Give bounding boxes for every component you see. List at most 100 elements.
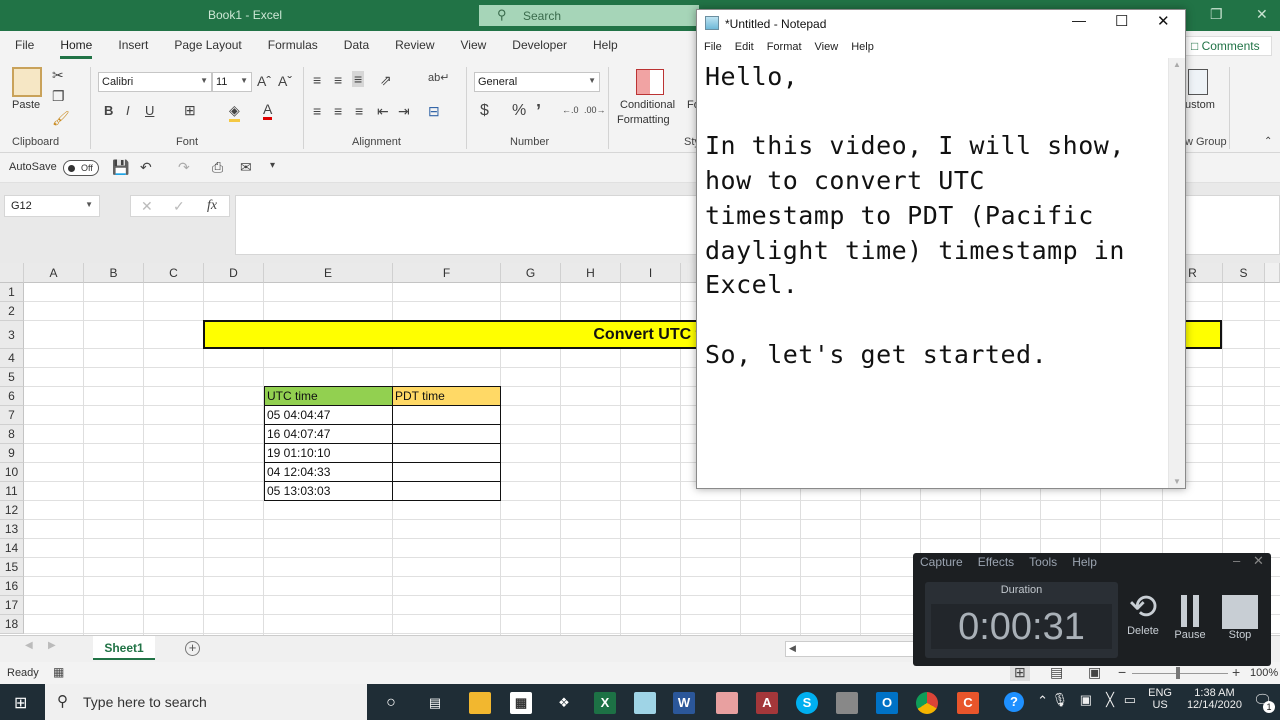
row-header[interactable]: 3 bbox=[0, 321, 24, 349]
horizontal-scrollbar[interactable]: ◀ bbox=[785, 641, 915, 657]
autosave-toggle[interactable]: Off bbox=[63, 160, 99, 176]
row-header[interactable]: 4 bbox=[0, 349, 24, 368]
tab-developer[interactable]: Developer bbox=[512, 38, 567, 55]
pdt-time-cell[interactable] bbox=[392, 405, 501, 425]
align-left-icon[interactable]: ≡ bbox=[313, 103, 321, 119]
pdt-time-cell[interactable] bbox=[392, 424, 501, 444]
borders-icon[interactable]: ⊞ bbox=[184, 102, 196, 119]
row-header[interactable]: 8 bbox=[0, 425, 24, 444]
col-header-b[interactable]: B bbox=[84, 263, 144, 283]
align-middle-icon[interactable]: ≡ bbox=[334, 72, 342, 88]
excel-taskbar-icon[interactable]: X bbox=[594, 692, 616, 714]
currency-button[interactable]: $ bbox=[480, 102, 489, 120]
row-header[interactable]: 16 bbox=[0, 577, 24, 596]
row-header[interactable]: 18 bbox=[0, 615, 24, 634]
pdt-time-cell[interactable] bbox=[392, 443, 501, 463]
row-header[interactable]: 11 bbox=[0, 482, 24, 501]
menu-tools[interactable]: Tools bbox=[1029, 555, 1057, 569]
minimize-icon[interactable]: — bbox=[1072, 12, 1086, 28]
zoom-slider[interactable] bbox=[1132, 673, 1228, 674]
pdt-time-cell[interactable] bbox=[392, 462, 501, 482]
collapse-ribbon-icon[interactable]: ⌃ bbox=[1264, 136, 1272, 147]
tab-insert[interactable]: Insert bbox=[118, 38, 148, 55]
col-header-i[interactable]: I bbox=[621, 263, 681, 283]
bold-button[interactable]: B bbox=[104, 103, 113, 118]
italic-button[interactable]: I bbox=[126, 103, 130, 118]
power-icon[interactable]: ▭ bbox=[1124, 692, 1136, 708]
menu-help[interactable]: Help bbox=[851, 41, 874, 58]
tab-data[interactable]: Data bbox=[344, 38, 369, 55]
notepad-text-area[interactable]: Hello, In this video, I will show, how t… bbox=[705, 60, 1165, 480]
taskbar-search[interactable]: ⚲ Type here to search bbox=[45, 684, 367, 720]
comments-button[interactable]: □ Comments bbox=[1184, 36, 1272, 56]
add-sheet-button[interactable]: + bbox=[185, 641, 200, 656]
redo-icon[interactable]: ↷ bbox=[178, 159, 190, 176]
minimize-icon[interactable]: – bbox=[1233, 553, 1240, 568]
tab-review[interactable]: Review bbox=[395, 38, 434, 55]
search-box[interactable]: ⚲ Search bbox=[479, 5, 699, 26]
language-indicator[interactable]: ENG US bbox=[1148, 687, 1172, 711]
chrome-icon[interactable] bbox=[916, 692, 938, 714]
row-header[interactable]: 12 bbox=[0, 501, 24, 520]
zoom-in-icon[interactable]: + bbox=[1232, 664, 1240, 680]
row-header[interactable]: 15 bbox=[0, 558, 24, 577]
menu-help[interactable]: Help bbox=[1072, 555, 1097, 569]
delete-button[interactable]: ⟲ Delete bbox=[1123, 589, 1163, 637]
row-header[interactable]: 14 bbox=[0, 539, 24, 558]
zoom-level[interactable]: 100% bbox=[1250, 667, 1278, 679]
skype-icon[interactable]: S bbox=[796, 692, 818, 714]
header-pdt-time[interactable]: PDT time bbox=[392, 386, 501, 406]
percent-button[interactable]: % bbox=[512, 102, 526, 120]
file-explorer-icon[interactable] bbox=[469, 692, 491, 714]
scroll-up-icon[interactable]: ▲ bbox=[1173, 60, 1181, 69]
row-header[interactable]: 17 bbox=[0, 596, 24, 615]
file-manager-icon[interactable] bbox=[836, 692, 858, 714]
cortana-icon[interactable]: ○ bbox=[380, 692, 402, 714]
page-break-view-icon[interactable]: ▣ bbox=[1088, 664, 1101, 681]
comma-style-button[interactable]: ’ bbox=[536, 101, 541, 122]
normal-view-icon[interactable]: ⊞ bbox=[1010, 664, 1030, 681]
save-icon[interactable]: 💾 bbox=[112, 159, 129, 176]
calculator-icon[interactable] bbox=[1188, 69, 1208, 95]
select-all-corner[interactable] bbox=[0, 263, 24, 283]
print-preview-icon[interactable]: ⎙ bbox=[212, 159, 223, 176]
col-header-c[interactable]: C bbox=[144, 263, 204, 283]
align-bottom-icon[interactable]: ≡ bbox=[352, 71, 365, 87]
row-header[interactable]: 5 bbox=[0, 368, 24, 387]
col-header-d[interactable]: D bbox=[204, 263, 264, 283]
accessibility-icon[interactable]: ▦ bbox=[53, 665, 64, 679]
tab-file[interactable]: File bbox=[15, 38, 34, 55]
row-header[interactable]: 1 bbox=[0, 283, 24, 302]
help-icon[interactable]: ? bbox=[1004, 692, 1024, 712]
tab-formulas[interactable]: Formulas bbox=[268, 38, 318, 55]
increase-font-icon[interactable]: Aˆ bbox=[257, 73, 271, 89]
email-icon[interactable]: ✉ bbox=[240, 159, 252, 176]
notepad-scrollbar[interactable]: ▲ ▼ bbox=[1168, 58, 1185, 488]
col-header-a[interactable]: A bbox=[24, 263, 84, 283]
increase-indent-icon[interactable]: ⇥ bbox=[398, 103, 410, 120]
merge-center-icon[interactable]: ⊟ bbox=[428, 103, 440, 120]
row-header[interactable]: 13 bbox=[0, 520, 24, 539]
font-size-select[interactable]: 11 ▼ bbox=[212, 72, 252, 92]
next-sheet-icon[interactable]: ▶ bbox=[48, 640, 56, 651]
tab-page-layout[interactable]: Page Layout bbox=[174, 38, 241, 55]
restore-icon[interactable]: ❐ bbox=[1210, 6, 1223, 23]
format-painter-icon[interactable]: 🖌 bbox=[52, 110, 70, 127]
prev-sheet-icon[interactable]: ◀ bbox=[25, 640, 33, 651]
cut-icon[interactable]: ✂ bbox=[52, 67, 64, 84]
row-header[interactable]: 9 bbox=[0, 444, 24, 463]
col-header-h[interactable]: H bbox=[561, 263, 621, 283]
utc-time-cell[interactable]: 16 04:07:47 bbox=[264, 424, 393, 444]
show-hidden-icons[interactable]: ⌃ bbox=[1037, 693, 1048, 709]
word-icon[interactable]: W bbox=[673, 692, 695, 714]
pdt-time-cell[interactable] bbox=[392, 481, 501, 501]
page-layout-view-icon[interactable]: ▤ bbox=[1050, 664, 1063, 681]
network-icon[interactable]: ╳ bbox=[1106, 692, 1114, 708]
tab-help[interactable]: Help bbox=[593, 38, 618, 55]
col-header-f[interactable]: F bbox=[393, 263, 501, 283]
outlook-icon[interactable]: O bbox=[876, 692, 898, 714]
paste-icon[interactable] bbox=[12, 67, 42, 97]
conditional-formatting-icon[interactable] bbox=[636, 69, 664, 95]
close-icon[interactable]: ✕ bbox=[1253, 553, 1264, 569]
vertical-scrollbar[interactable] bbox=[1265, 263, 1280, 283]
